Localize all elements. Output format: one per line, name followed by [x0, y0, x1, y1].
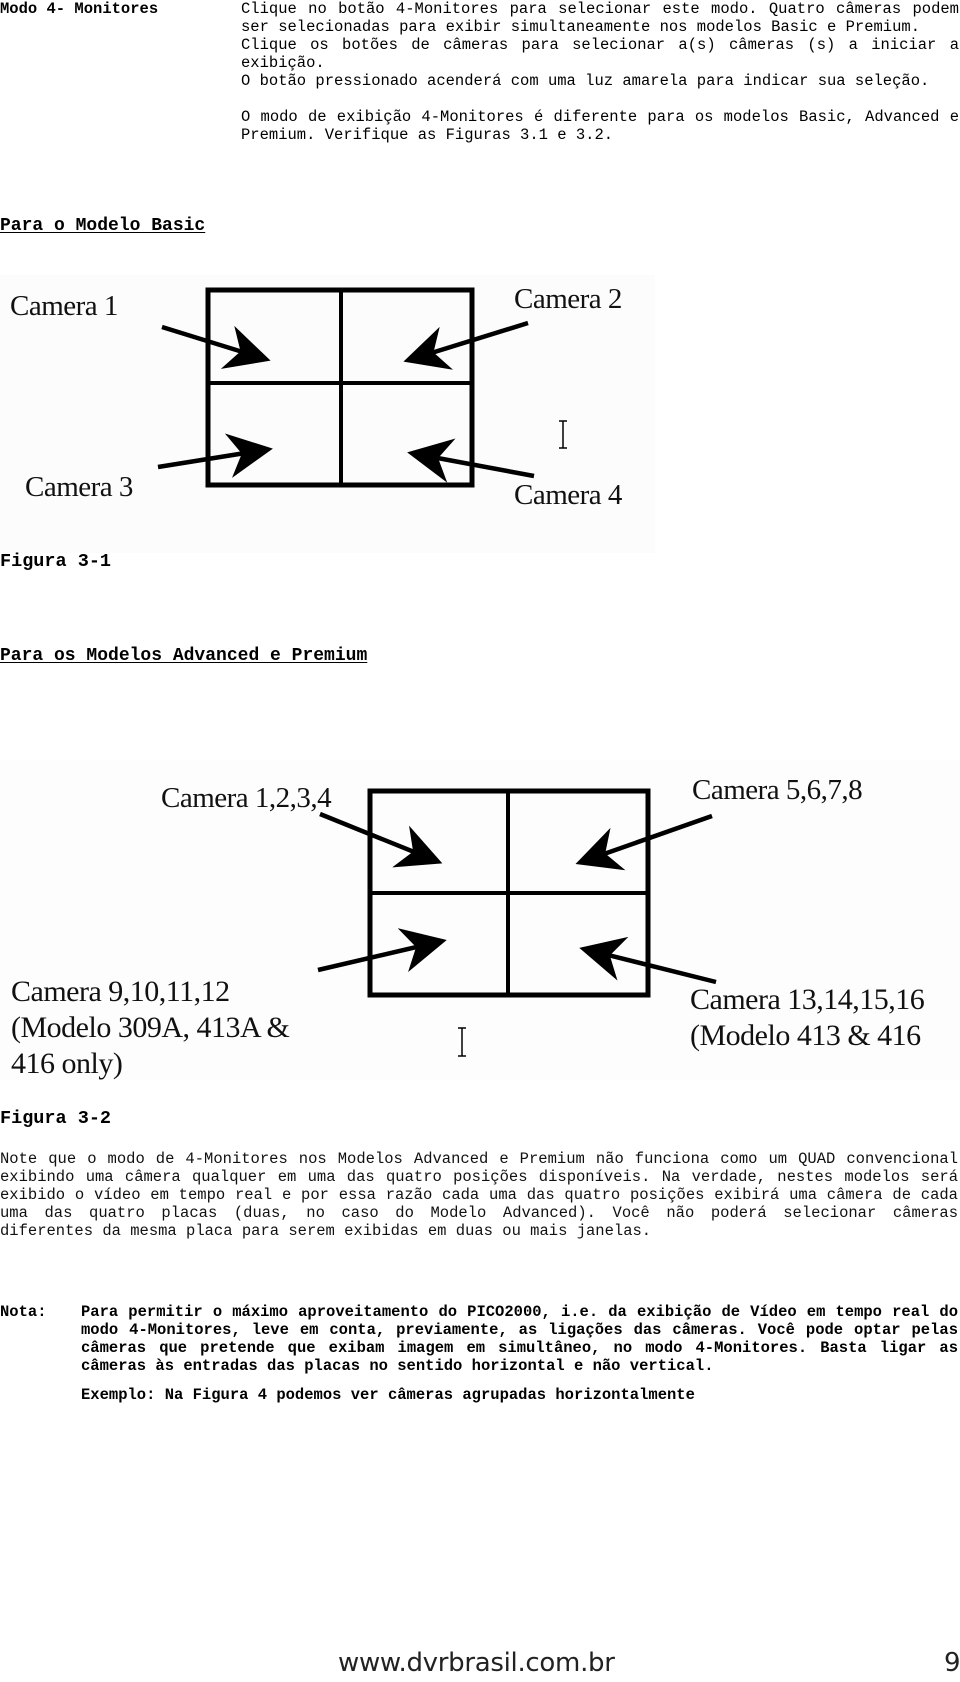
figure-label-3-1: Figura 3-1 [0, 551, 112, 572]
note-paragraph: Note que o modo de 4-Monitores nos Model… [0, 1150, 958, 1240]
figure-basic-quad: Camera 1 Camera 2 Camera 3 Camera 4 [0, 275, 655, 553]
arrow-camera-1 [161, 324, 271, 369]
arrow-camera-group-1 [319, 811, 443, 868]
figure-label-3-2: Figura 3-2 [0, 1108, 112, 1129]
intro-paragraph: O botão pressionado acenderá com uma luz… [241, 72, 930, 90]
camera-label-1-4: Camera 1,2,3,4 [161, 782, 332, 814]
arrow-camera-4 [407, 438, 535, 483]
intro-text: Clique no botão 4-Monitores para selecio… [241, 0, 959, 144]
intro-paragraph: Clique no botão 4-Monitores para selecio… [241, 0, 959, 36]
text-cursor-icon [458, 1027, 466, 1057]
nota-label: Nota: [0, 1303, 47, 1321]
intro-paragraph: Clique os botões de câmeras para selecio… [241, 36, 959, 72]
camera-label-3: Camera 3 [25, 471, 133, 503]
camera-label-9-12-line3: 416 only) [11, 1047, 123, 1080]
arrow-camera-3 [157, 433, 273, 478]
nota-body: Para permitir o máximo aproveitamento do… [81, 1303, 958, 1375]
camera-label-1: Camera 1 [10, 290, 118, 322]
arrow-camera-group-3 [317, 928, 447, 973]
camera-label-13-16-line2: (Modelo 413 & 416 [690, 1019, 921, 1052]
nota-text: Para permitir o máximo aproveitamento do… [81, 1303, 958, 1375]
camera-label-13-16: Camera 13,14,15,16 (Modelo 413 & 416 [690, 982, 925, 1054]
section-heading-basic: Para o Modelo Basic [0, 216, 206, 236]
camera-label-5-8: Camera 5,6,7,8 [692, 774, 863, 806]
intro-paragraph: O modo de exibição 4-Monitores é diferen… [241, 108, 959, 144]
arrow-camera-group-4 [579, 936, 717, 985]
text-cursor-icon [559, 420, 567, 449]
camera-label-9-12-line2: (Modelo 309A, 413A & [11, 1011, 290, 1044]
quad-grid [367, 788, 651, 998]
camera-label-9-12: Camera 9,10,11,12 (Modelo 309A, 413A & 4… [11, 974, 290, 1082]
section-heading-advanced: Para os Modelos Advanced e Premium [0, 646, 368, 666]
camera-label-9-12-line1: Camera 9,10,11,12 [11, 975, 230, 1008]
camera-label-13-16-line1: Camera 13,14,15,16 [690, 983, 925, 1016]
mode-title: Modo 4- Monitores [0, 0, 159, 18]
figure-advanced-quad: Camera 1,2,3,4 Camera 5,6,7,8 Camera 9,1… [0, 760, 960, 1080]
camera-label-4: Camera 4 [514, 479, 622, 511]
nota-example: Exemplo: Na Figura 4 podemos ver câmeras… [81, 1386, 695, 1404]
footer-url: www.dvrbrasil.com.br [338, 1648, 615, 1678]
page-number: 9 [944, 1648, 960, 1678]
camera-label-2: Camera 2 [514, 283, 622, 315]
